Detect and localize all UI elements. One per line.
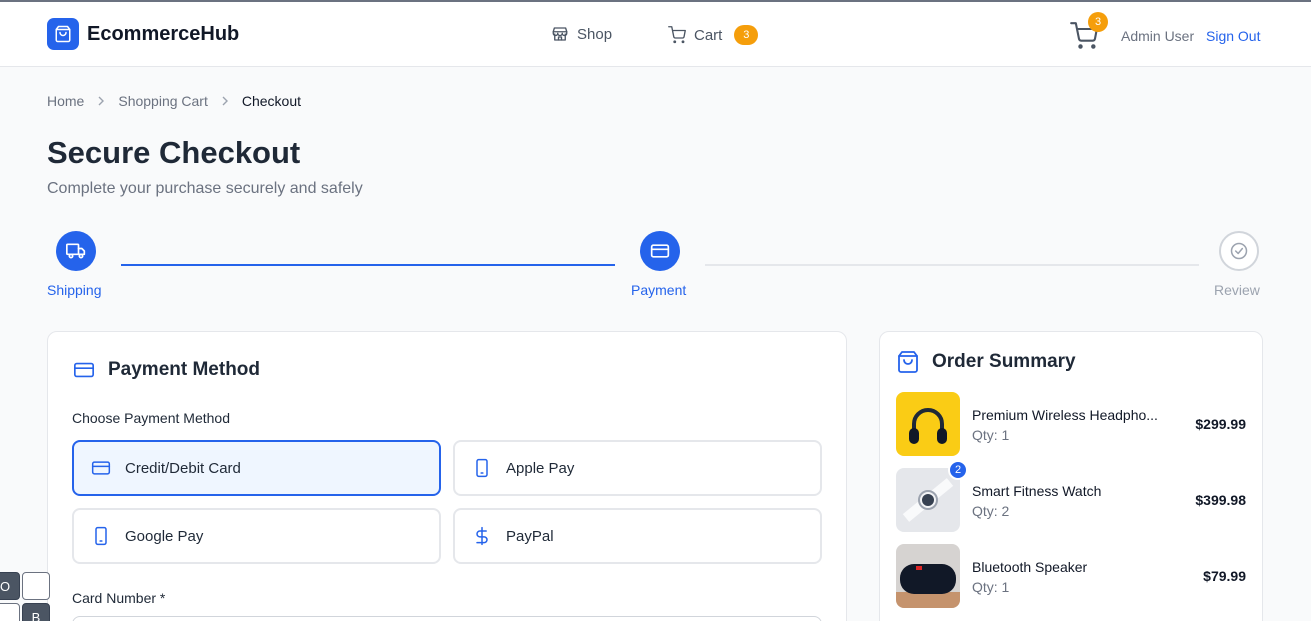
chevron-right-icon [222,96,228,106]
chevron-right-icon [98,96,105,106]
dollar-icon [476,526,488,546]
store-icon [552,27,568,41]
order-item: Bluetooth Speaker Qty: 1 $79.99 [896,544,1246,608]
keyboard-key[interactable]: B [22,603,50,621]
step-connector-complete [121,264,615,266]
check-circle-icon [1230,242,1248,260]
user-name: Admin User [1121,28,1195,44]
credit-card-icon [74,362,94,378]
page-title: Secure Checkout [47,135,301,170]
item-qty: Qty: 2 [972,503,1010,519]
payment-option-label: Credit/Debit Card [125,459,241,477]
order-item: Premium Wireless Headpho... Qty: 1 $299.… [896,392,1246,456]
payment-option-google-pay[interactable]: Google Pay [72,508,441,564]
step-shipping-circle[interactable] [56,231,96,271]
step-payment-circle[interactable] [640,231,680,271]
nav-shop-link[interactable]: Shop [551,25,612,43]
step-review-circle[interactable] [1219,231,1259,271]
smartphone-icon [476,458,488,478]
nav-cart-link[interactable]: Cart 3 [668,25,759,45]
nav-shop-label: Shop [577,25,613,43]
item-name: Premium Wireless Headpho... [972,407,1158,423]
payment-method-title: Payment Method [108,359,261,380]
payment-option-paypal[interactable]: PayPal [453,508,822,564]
payment-option-card[interactable]: Credit/Debit Card [72,440,441,496]
step-connector-upcoming [705,264,1199,266]
item-name: Smart Fitness Watch [972,483,1102,499]
credit-card-icon [91,461,111,475]
item-qty: Qty: 1 [972,427,1010,443]
nav-cart-count-badge: 3 [734,25,759,45]
payment-option-label: Apple Pay [506,459,575,477]
breadcrumb-cart[interactable]: Shopping Cart [118,93,208,109]
payment-option-label: PayPal [506,527,554,545]
credit-card-icon [650,244,670,258]
item-price: $299.99 [1195,416,1246,432]
shopping-bag-logo-icon[interactable] [47,18,79,50]
step-payment-label: Payment [631,282,687,298]
brand-name[interactable]: EcommerceHub [87,23,239,46]
keyboard-key[interactable]: O [0,572,20,600]
smartwatch-image [896,468,960,532]
truck-icon [66,243,86,259]
item-price: $79.99 [1203,568,1246,584]
card-number-label: Card Number * [72,590,166,606]
quantity-badge: 2 [948,460,968,480]
shopping-bag-icon [898,351,918,373]
top-header: EcommerceHub Shop Cart 3 3 Admin User Si… [0,0,1311,67]
step-shipping-label: Shipping [47,282,102,298]
payment-option-apple-pay[interactable]: Apple Pay [453,440,822,496]
step-review-label: Review [1214,282,1260,298]
speaker-image [896,544,960,608]
item-qty: Qty: 1 [972,579,1010,595]
nav-cart-label: Cart [694,26,723,44]
item-name: Bluetooth Speaker [972,559,1088,575]
choose-payment-label: Choose Payment Method [72,410,230,426]
smartphone-icon [95,526,107,546]
payment-option-label: Google Pay [125,527,204,545]
page-subtitle: Complete your purchase securely and safe… [47,180,363,197]
header-cart-count-badge: 3 [1088,12,1108,32]
order-item: 2 Smart Fitness Watch Qty: 2 $399.98 [896,460,1246,532]
sign-out-link[interactable]: Sign Out [1206,28,1260,44]
breadcrumb-home[interactable]: Home [47,93,84,109]
breadcrumb-checkout: Checkout [241,93,302,109]
cart-icon [668,26,686,44]
keyboard-key[interactable] [22,572,50,600]
order-summary-title: Order Summary [932,351,1076,372]
card-number-input[interactable] [72,616,822,621]
item-price: $399.98 [1195,492,1246,508]
breadcrumb: Home Shopping Cart Checkout [47,93,301,109]
keyboard-key[interactable] [0,603,20,621]
headphones-image [896,392,960,456]
